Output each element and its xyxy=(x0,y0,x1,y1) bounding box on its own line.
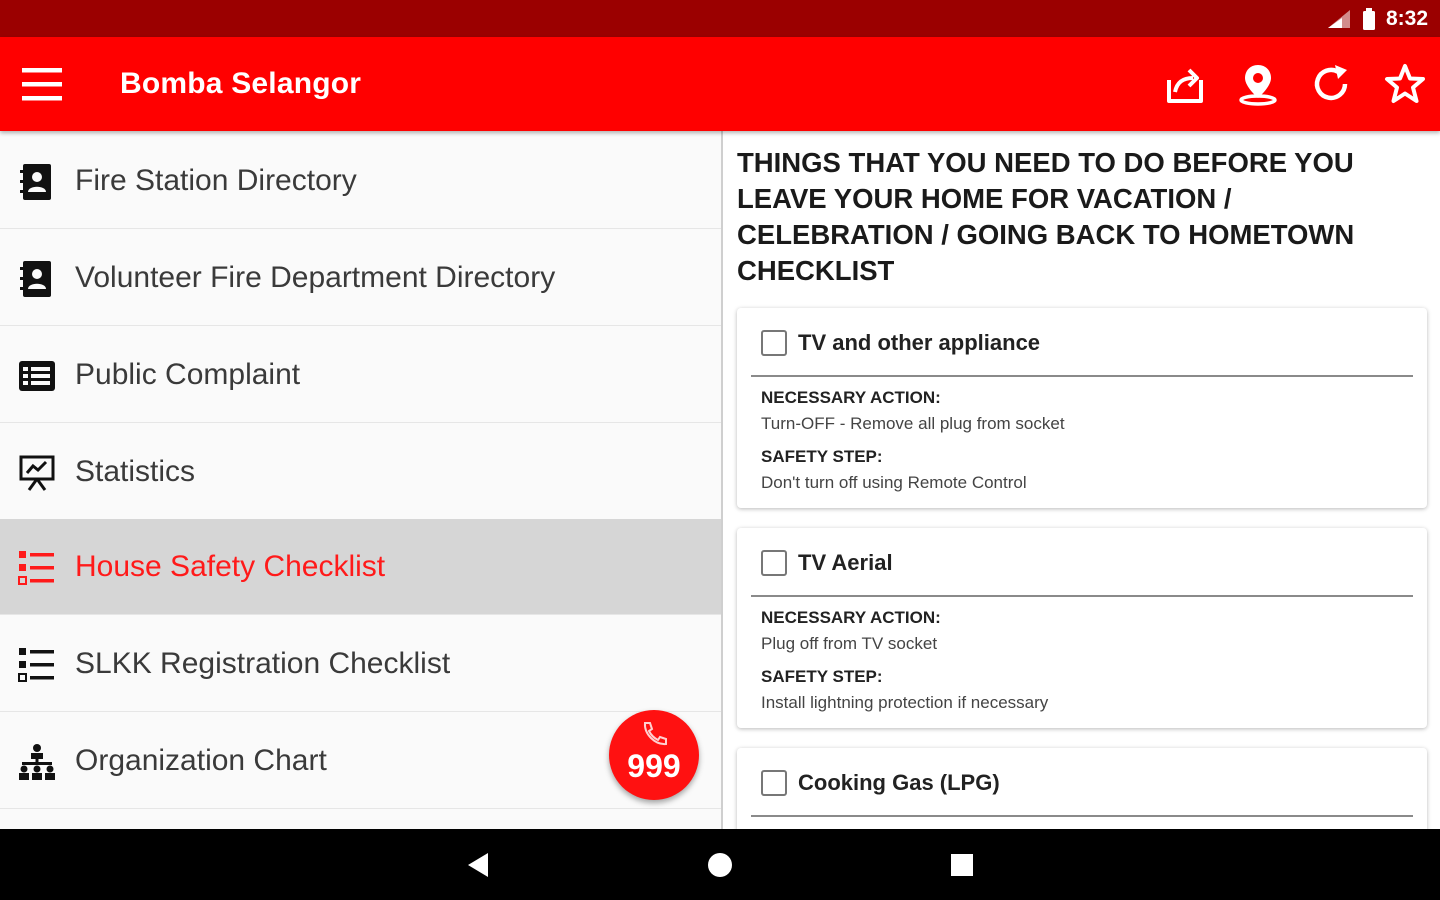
app-title: Bomba Selangor xyxy=(120,67,362,100)
card-divider xyxy=(751,595,1413,597)
signal-icon xyxy=(1326,9,1352,29)
drawer-item-fire-station-directory[interactable]: Fire Station Directory xyxy=(0,133,721,229)
system-nav-bar xyxy=(0,829,1440,900)
safety-value: Don't turn off using Remote Control xyxy=(761,473,1027,492)
emergency-call-button[interactable]: 999 xyxy=(609,710,699,800)
home-icon[interactable] xyxy=(702,847,738,883)
status-bar: 8:32 xyxy=(0,0,1440,37)
location-pin-icon[interactable] xyxy=(1235,61,1281,107)
refresh-icon[interactable] xyxy=(1308,61,1354,107)
battery-icon xyxy=(1362,7,1376,30)
checklist-icon xyxy=(18,549,56,587)
drawer-item-slkk-registration-checklist[interactable]: SLKK Registration Checklist xyxy=(0,616,721,712)
share-icon[interactable] xyxy=(1162,61,1208,107)
item-title: TV and other appliance xyxy=(798,330,1041,355)
drawer-item-volunteer-fire-department-directory[interactable]: Volunteer Fire Department Directory xyxy=(0,230,721,326)
item-title: Cooking Gas (LPG) xyxy=(798,770,1000,795)
checklist-heading: THINGS THAT YOU NEED TO DO BEFORE YOU LE… xyxy=(737,147,1355,286)
item-checkbox[interactable] xyxy=(761,550,787,576)
drawer-item-house-safety-checklist[interactable]: House Safety Checklist xyxy=(0,519,721,615)
complaint-form-icon xyxy=(18,357,56,395)
item-checkbox[interactable] xyxy=(761,770,787,796)
presentation-chart-icon xyxy=(18,454,56,492)
checklist-card: TV Aerial NECESSARY ACTION: Plug off fro… xyxy=(737,528,1427,728)
drawer-item-label: Public Complaint xyxy=(75,357,301,391)
safety-label: SAFETY STEP: xyxy=(761,667,883,686)
safety-value: Install lightning protection if necessar… xyxy=(761,693,1049,712)
status-time: 8:32 xyxy=(1385,6,1428,30)
contact-book-icon xyxy=(18,260,56,298)
safety-label: SAFETY STEP: xyxy=(761,447,883,466)
drawer-item-label: Statistics xyxy=(75,454,196,488)
org-chart-icon xyxy=(18,743,56,781)
action-value: Turn-OFF - Remove all plug from socket xyxy=(761,414,1065,433)
drawer-item-label: Volunteer Fire Department Directory xyxy=(75,260,556,294)
app-bar: Bomba Selangor xyxy=(0,37,1440,131)
menu-icon[interactable] xyxy=(20,65,64,103)
back-icon[interactable] xyxy=(460,847,496,883)
action-value: Plug off from TV socket xyxy=(761,634,938,653)
fab-label: 999 xyxy=(627,748,681,784)
contact-book-icon xyxy=(18,163,56,201)
drawer-item-label: House Safety Checklist xyxy=(75,549,386,583)
drawer-item-public-complaint[interactable]: Public Complaint xyxy=(0,327,721,423)
item-title: TV Aerial xyxy=(798,550,893,575)
item-checkbox[interactable] xyxy=(761,330,787,356)
star-icon[interactable] xyxy=(1382,61,1428,107)
checklist-pane: THINGS THAT YOU NEED TO DO BEFORE YOU LE… xyxy=(723,131,1440,829)
drawer-item-label: Fire Station Directory xyxy=(75,163,357,197)
drawer-item-label: Organization Chart xyxy=(75,743,327,777)
navigation-drawer: Fire Station Directory Volunteer Fire De… xyxy=(0,131,721,829)
drawer-item-statistics[interactable]: Statistics xyxy=(0,424,721,520)
card-divider xyxy=(751,375,1413,377)
drawer-item-label: SLKK Registration Checklist xyxy=(75,646,451,680)
card-divider xyxy=(751,815,1413,817)
action-label: NECESSARY ACTION: xyxy=(761,608,941,627)
checklist-icon xyxy=(18,646,56,684)
status-icons: 8:32 xyxy=(1326,0,1428,37)
recents-icon[interactable] xyxy=(944,847,980,883)
action-label: NECESSARY ACTION: xyxy=(761,388,941,407)
checklist-card: Cooking Gas (LPG) xyxy=(737,748,1427,829)
checklist-card: TV and other appliance NECESSARY ACTION:… xyxy=(737,308,1427,508)
